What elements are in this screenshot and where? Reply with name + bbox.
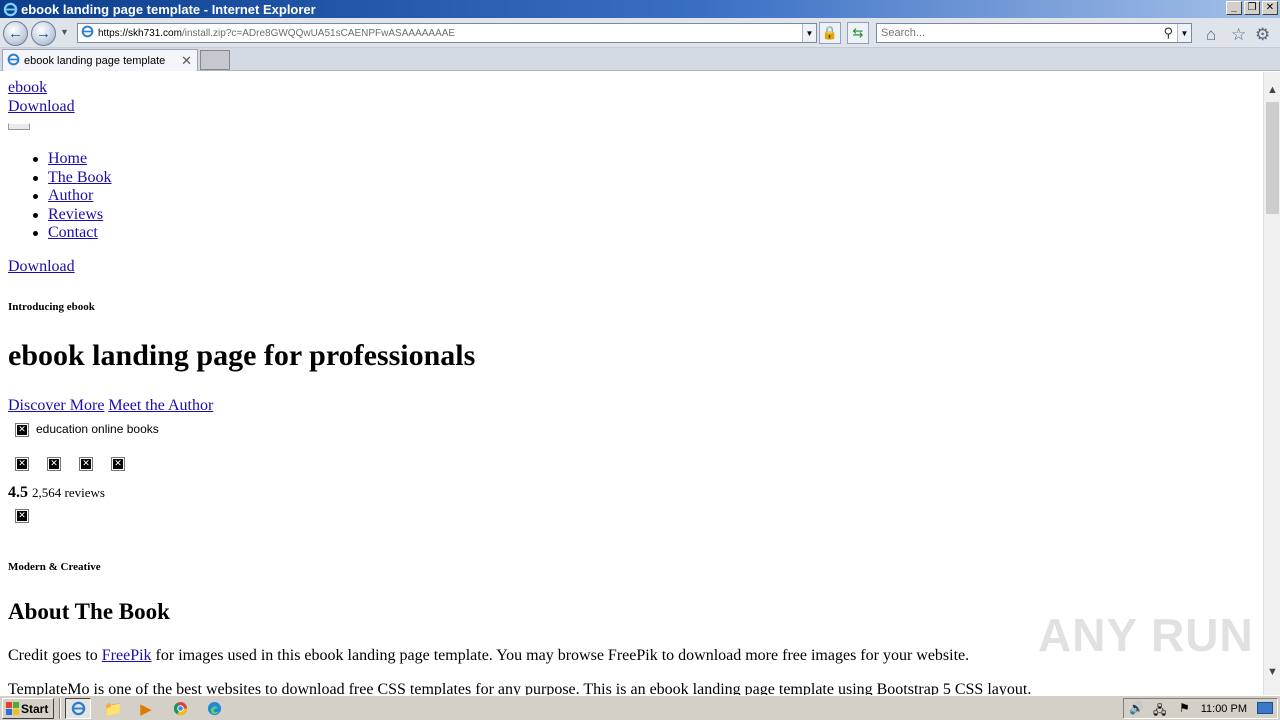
page-content: ebook Download Home The Book Author Revi…	[0, 72, 1263, 695]
search-icon[interactable]: ⚲	[1163, 25, 1173, 41]
nav-link-reviews[interactable]: Reviews	[48, 206, 103, 223]
rating-value: 4.5	[8, 484, 28, 501]
forward-arrow-icon: →	[36, 25, 51, 42]
close-tab-icon[interactable]: ✕	[181, 53, 192, 69]
navigation-bar: ← → ▼ https://skh731.com/install.zip?c=A…	[0, 18, 1280, 48]
section-title: About The Book	[8, 599, 170, 624]
system-tray: 🔊 🖧 ⚑ 11:00 PM	[1123, 698, 1278, 719]
menu-item-contact: Contact	[33, 224, 112, 242]
tab-strip: ebook landing page template ✕	[0, 48, 1280, 71]
nav-link-author[interactable]: Author	[48, 187, 93, 204]
address-bar[interactable]: https://skh731.com/install.zip?c=ADre8GW…	[77, 23, 817, 43]
back-arrow-icon: ←	[8, 25, 23, 42]
credit-text-after: for images used in this ebook landing pa…	[151, 647, 970, 664]
refresh-button[interactable]: ⇆	[847, 22, 869, 44]
freepik-link[interactable]: FreePik	[102, 647, 152, 664]
window-title-bar: ebook landing page template - Internet E…	[0, 0, 1280, 18]
credit-text-before: Credit goes to	[8, 647, 102, 664]
new-tab-button[interactable]	[200, 50, 230, 70]
section-tag: Modern & Creative	[8, 561, 101, 573]
back-button[interactable]: ←	[3, 21, 28, 46]
flag-icon[interactable]: ⚑	[1179, 701, 1190, 715]
gear-icon[interactable]: ⚙	[1255, 25, 1270, 45]
bullet-icon	[33, 176, 38, 181]
nav-link-contact[interactable]: Contact	[48, 224, 98, 241]
taskbar-internet-explorer-icon[interactable]	[65, 698, 91, 719]
address-dropdown-icon[interactable]: ▼	[802, 24, 816, 42]
taskbar-edge-icon[interactable]	[201, 698, 227, 719]
minimize-button[interactable]: _	[1226, 1, 1242, 15]
lock-icon: 🔒	[821, 25, 839, 40]
start-label: Start	[21, 701, 49, 716]
review-count: 2,564 reviews	[32, 485, 105, 500]
taskbar-media-player-icon[interactable]: ▶	[133, 698, 159, 719]
hero-headline: ebook landing page for professionals	[8, 339, 476, 372]
hero-image-alt: education online books	[36, 422, 159, 436]
broken-image-icon: ✕	[15, 423, 29, 437]
clock: 11:00 PM	[1200, 703, 1247, 715]
home-icon[interactable]: ⌂	[1206, 25, 1216, 45]
rating-row: 4.5 2,564 reviews	[8, 484, 105, 502]
bullet-icon	[33, 157, 38, 162]
taskbar-file-explorer-icon[interactable]: 📁	[100, 698, 126, 719]
tab-page-icon	[7, 53, 20, 69]
discover-more-link[interactable]: Discover More	[8, 397, 104, 414]
navbar-toggler-button[interactable]	[8, 123, 30, 130]
start-button[interactable]: Start	[2, 698, 54, 719]
close-window-button[interactable]: ✕	[1262, 1, 1278, 15]
intro-tag: Introducing ebook	[8, 301, 95, 313]
menu-item-author: Author	[33, 187, 112, 206]
templatemo-paragraph: TemplateMo is one of the best websites t…	[8, 681, 1032, 695]
refresh-icon: ⇆	[852, 25, 864, 40]
meet-author-link[interactable]: Meet the Author	[108, 397, 213, 414]
tab-ebook-landing[interactable]: ebook landing page template ✕	[2, 49, 198, 71]
restore-button[interactable]: ❐	[1244, 1, 1260, 15]
url-host: https://skh731.com	[98, 27, 182, 39]
nav-menu: Home The Book Author Reviews Contact	[33, 150, 112, 242]
scrollbar-thumb[interactable]	[1266, 102, 1279, 214]
volume-icon[interactable]: 🔊	[1129, 701, 1144, 715]
show-desktop-icon[interactable]	[1257, 702, 1273, 714]
hero-cta-group: Discover More Meet the Author	[8, 397, 213, 415]
broken-image-icon: ✕	[15, 509, 29, 523]
bullet-icon	[33, 213, 38, 218]
search-dropdown-icon[interactable]: ▼	[1177, 24, 1191, 42]
url-path: /install.zip?c=ADre8GWQQwUA51sCAENPFwASA…	[181, 27, 456, 39]
nav-link-the-book[interactable]: The Book	[48, 169, 112, 186]
menu-item-home: Home	[33, 150, 112, 169]
menu-item-reviews: Reviews	[33, 206, 112, 224]
broken-image-icon: ✕	[47, 457, 61, 471]
security-lock-button[interactable]: 🔒	[819, 22, 841, 44]
page-icon	[81, 25, 94, 41]
menu-item-book: The Book	[33, 169, 112, 187]
anyrun-watermark: ANY RUN	[1038, 609, 1254, 661]
credit-paragraph: Credit goes to FreePik for images used i…	[8, 647, 969, 665]
vertical-scrollbar[interactable]: ▲ ▼	[1263, 72, 1280, 695]
search-placeholder: Search...	[881, 27, 926, 39]
scroll-down-icon[interactable]: ▼	[1267, 666, 1278, 678]
window-title: ebook landing page template - Internet E…	[21, 1, 316, 17]
broken-image-icon: ✕	[79, 457, 93, 471]
bullet-icon	[33, 231, 38, 236]
taskbar: Start 📁 ▶ 🔊 🖧 ⚑ 11:00 PM	[0, 695, 1280, 720]
history-dropdown-icon[interactable]: ▼	[60, 27, 69, 37]
broken-image-icon: ✕	[111, 457, 125, 471]
internet-explorer-icon	[2, 1, 18, 17]
taskbar-chrome-icon[interactable]	[167, 698, 193, 719]
network-icon[interactable]: 🖧	[1153, 701, 1166, 722]
broken-image-icon: ✕	[15, 457, 29, 471]
nav-download-link[interactable]: Download	[8, 258, 75, 276]
brand-link[interactable]: ebook	[8, 79, 47, 97]
taskbar-divider	[59, 698, 61, 719]
bullet-icon	[33, 194, 38, 199]
scroll-up-icon[interactable]: ▲	[1267, 84, 1278, 96]
favorites-star-icon[interactable]: ☆	[1231, 25, 1246, 45]
windows-logo-icon	[6, 702, 19, 715]
tab-label: ebook landing page template	[24, 54, 166, 67]
nav-link-home[interactable]: Home	[48, 150, 87, 167]
search-input[interactable]: Search... ⚲ ▼	[876, 23, 1192, 43]
forward-button[interactable]: →	[31, 21, 56, 46]
header-download-link[interactable]: Download	[8, 98, 75, 116]
